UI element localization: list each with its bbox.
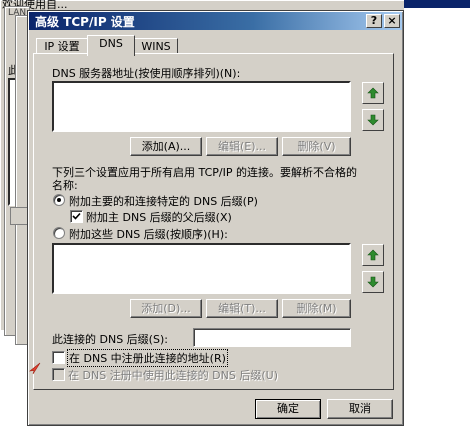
connection-suffix-label: 此连接的 DNS 后缀(S): (52, 333, 168, 346)
radio-these-label[interactable]: 附加这些 DNS 后缀(按顺序)(H): (69, 226, 228, 242)
check-register-label[interactable]: 在 DNS 中注册此连接的地址(R) (67, 349, 228, 367)
dns-servers-label: DNS 服务器地址(按使用顺序排列)(N): (52, 67, 241, 80)
arrow-down-icon (367, 114, 379, 126)
description-line-2: 名称: (52, 179, 78, 192)
mouse-pointer-icon (28, 362, 41, 375)
check-parent-label[interactable]: 附加主 DNS 后缀的父后缀(X) (86, 209, 232, 225)
move-down-button[interactable] (362, 109, 384, 131)
suffix-edit-button[interactable]: 编辑(T)... (206, 299, 278, 318)
background-window-right-strip (404, 0, 470, 426)
check-register-suffix[interactable] (52, 368, 65, 381)
radio-primary-suffixes[interactable] (53, 194, 65, 206)
ok-button[interactable]: 确定 (255, 399, 321, 419)
check-register-address[interactable] (52, 351, 65, 364)
active-tab-joint (88, 53, 134, 55)
check-register-suffix-label[interactable]: 在 DNS 注册中使用此连接的 DNS 后缀(U) (68, 367, 278, 383)
dialog-title: 高级 TCP/IP 设置 (35, 15, 135, 29)
background-button (10, 207, 28, 225)
suffix-list[interactable] (52, 243, 351, 294)
dns-edit-button[interactable]: 编辑(E)... (206, 137, 278, 156)
suffix-delete-button[interactable]: 删除(M) (282, 299, 351, 318)
radio-primary-label[interactable]: 附加主要的和连接特定的 DNS 后缀(P) (69, 193, 258, 209)
move-up-button[interactable] (362, 82, 384, 104)
suffix-move-down-button[interactable] (362, 271, 384, 293)
arrow-up-icon (367, 87, 379, 99)
arrow-up-icon (367, 249, 379, 261)
check-parent-suffixes[interactable] (70, 210, 83, 223)
radio-these-suffixes[interactable] (53, 227, 65, 239)
dns-servers-list[interactable] (52, 81, 351, 132)
close-button[interactable]: × (384, 14, 400, 28)
suffix-add-button[interactable]: 添加(D)... (130, 299, 202, 318)
dns-delete-button[interactable]: 删除(V) (282, 137, 351, 156)
cancel-button[interactable]: 取消 (327, 399, 393, 419)
arrow-down-icon (367, 276, 379, 288)
checkmark-icon (72, 212, 81, 220)
dns-add-button[interactable]: 添加(A)... (130, 137, 202, 156)
suffix-move-up-button[interactable] (362, 244, 384, 266)
connection-suffix-input[interactable] (193, 328, 351, 347)
help-button[interactable]: ? (366, 14, 382, 28)
description-line-1: 下列三个设置应用于所有启用 TCP/IP 的连接。要解析不合格的 (52, 166, 357, 179)
background-titlebar-strip (404, 0, 470, 8)
